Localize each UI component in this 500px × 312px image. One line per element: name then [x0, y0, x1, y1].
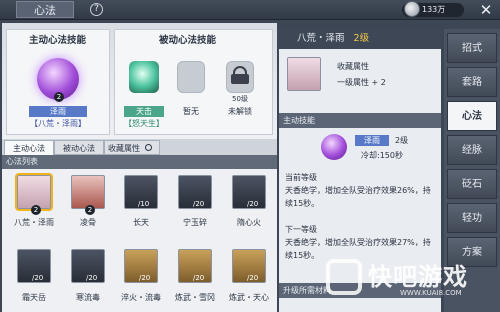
close-button[interactable]: ✕	[476, 1, 496, 19]
detail-level: 2级	[353, 33, 370, 44]
tab-passive-skills[interactable]: 被动心法	[54, 140, 104, 155]
detail-skill-icon	[321, 134, 347, 160]
active-skill-level: 2	[54, 92, 64, 102]
nav-taolu[interactable]: 套路	[447, 67, 497, 97]
active-skill-name: 泽雨	[29, 106, 87, 117]
detail-book-icon	[287, 57, 321, 91]
active-skill-subheader: 主动技能	[279, 113, 441, 128]
watermark: 快吧游戏 WWW.KUAI8.COM	[326, 257, 498, 307]
list-item-3-count: /10	[138, 200, 150, 208]
current-level-desc: 天香绝学，增加全队受治疗效果26%，持续15秒。	[285, 186, 431, 208]
coin-icon	[404, 1, 420, 17]
help-icon[interactable]: ?	[90, 3, 103, 16]
equipped-skills-area: 主动心法技能 2 泽雨 【八荒・泽雨】 被动心法技能 天击 【怒天生】 暂无 5…	[2, 23, 277, 139]
passive-skill-2-empty-slot[interactable]	[177, 61, 205, 93]
passive-skill-1-tag: 【怒天生】	[124, 119, 164, 128]
list-item-1-badge: 2	[31, 205, 41, 215]
list-item-8-name: 淬火・流毒	[121, 293, 161, 302]
detail-skill-level: 2级	[395, 136, 409, 145]
nav-xinfa[interactable]: 心法	[447, 101, 497, 131]
list-item-10-count: /20	[247, 274, 259, 282]
list-item-5-name: 隋心火	[237, 218, 261, 227]
page-title: 心法	[16, 1, 74, 18]
skill-list-grid: 2 八荒・泽雨 2 凌骨 /10 长天 /20 宁玉碎 /20 隋心火 /20 …	[2, 169, 277, 312]
active-skill-box: 主动心法技能 2 泽雨 【八荒・泽雨】	[6, 29, 110, 135]
detail-skill-name: 泽雨	[355, 135, 389, 146]
passive-skill-1-name: 天击	[124, 106, 164, 117]
list-item-bahuang-zeyu[interactable]	[15, 173, 53, 211]
list-item-linggu[interactable]	[71, 175, 105, 209]
list-item-8-count: /20	[139, 274, 151, 282]
passive-skill-2-name: 暂无	[183, 107, 199, 116]
active-skills-header: 主动心法技能	[29, 35, 87, 46]
top-bar: 心法 ? 133万 ✕	[0, 0, 500, 20]
list-item-1-name: 八荒・泽雨	[14, 218, 54, 227]
passive-skill-3-lock-level: 50级	[232, 95, 248, 103]
list-item-2-name: 凌骨	[80, 218, 96, 227]
passive-skills-header: 被动心法技能	[159, 35, 217, 46]
tab-collect-label: 收藏属性	[108, 144, 140, 153]
list-item-10-name: 炼武・天心	[229, 293, 269, 302]
list-item-9-count: /20	[193, 274, 205, 282]
watermark-url: WWW.KUAI8.COM	[400, 289, 462, 297]
nav-jingmai[interactable]: 经脉	[447, 135, 497, 165]
list-item-7-name: 寒流毒	[76, 293, 100, 302]
list-item-2-badge: 2	[85, 205, 95, 215]
nav-zhaoshi[interactable]: 招式	[447, 33, 497, 63]
watermark-text: 快吧游戏	[368, 263, 468, 291]
list-item-7-count: /20	[86, 274, 98, 282]
passive-skills-box: 被动心法技能 天击 【怒天生】 暂无 50级 未解锁	[114, 29, 273, 135]
active-skill-tag: 【八荒・泽雨】	[30, 119, 86, 128]
list-item-6-count: /20	[32, 274, 44, 282]
passive-skill-3-name: 未解锁	[228, 107, 252, 116]
skill-list-header: 心法列表	[2, 155, 277, 169]
list-item-3-name: 长天	[133, 218, 149, 227]
list-item-9-name: 炼武・雪冈	[175, 293, 215, 302]
next-level-label: 下一等级	[285, 225, 317, 234]
current-level-label: 当前等级	[285, 173, 317, 182]
magnifier-icon	[144, 144, 152, 151]
tabs-row: 主动心法 被动心法 收藏属性	[2, 139, 277, 155]
collect-value: 一级属性 + 2	[337, 78, 386, 87]
list-item-6-name: 霜天岳	[22, 293, 46, 302]
list-item-4-count: /20	[193, 200, 205, 208]
collect-label: 收藏属性	[337, 62, 369, 71]
tab-active-skills[interactable]: 主动心法	[4, 140, 54, 155]
tab-collect-attributes[interactable]: 收藏属性	[104, 140, 160, 155]
list-item-4-name: 宁玉碎	[183, 218, 207, 227]
detail-cooldown: 冷却:150秒	[361, 151, 403, 160]
watermark-logo	[326, 259, 362, 295]
detail-title: 八荒・泽雨	[297, 33, 345, 44]
left-panel: 主动心法技能 2 泽雨 【八荒・泽雨】 被动心法技能 天击 【怒天生】 暂无 5…	[2, 23, 277, 312]
lock-body	[231, 74, 249, 84]
nav-qinggong[interactable]: 轻功	[447, 203, 497, 233]
detail-title-bar: 八荒・泽雨 2级	[279, 29, 441, 49]
list-item-5-count: /20	[247, 200, 259, 208]
nav-bianshi[interactable]: 砭石	[447, 169, 497, 199]
passive-skill-1-icon[interactable]	[129, 61, 159, 93]
